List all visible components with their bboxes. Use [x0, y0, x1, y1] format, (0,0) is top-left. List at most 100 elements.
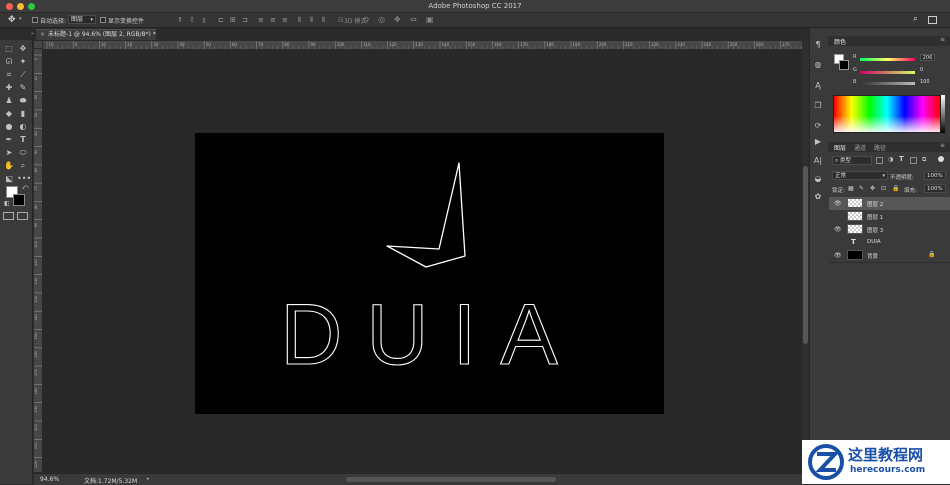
3d-roll-icon[interactable]: ◎: [378, 15, 385, 24]
align-vertical-centers-icon[interactable]: ⫩: [190, 16, 194, 25]
adjustments-panel-icon[interactable]: ◒: [813, 174, 823, 184]
auto-align-icon[interactable]: ⊟: [338, 16, 344, 24]
type-tool-icon[interactable]: T: [17, 134, 29, 145]
more-tools-icon[interactable]: •••: [17, 173, 31, 184]
layer-visibility-eye-icon[interactable]: 👁: [834, 226, 842, 233]
layer-row-layer3[interactable]: 👁 图层 3: [829, 223, 950, 237]
opacity-input[interactable]: 100%: [924, 171, 946, 180]
distribute-top-icon[interactable]: ≡: [258, 16, 264, 24]
crop-tool-icon[interactable]: ⌗: [3, 69, 15, 80]
lock-all-icon[interactable]: 🔒: [892, 185, 899, 192]
layer-row-duia[interactable]: T DUIA: [829, 236, 950, 250]
layer-name[interactable]: 图层 1: [867, 213, 883, 221]
close-tab-icon[interactable]: ×: [40, 31, 45, 38]
hand-tool-icon[interactable]: ✋: [3, 160, 15, 171]
rotate-view-tool-icon[interactable]: ⬕: [3, 173, 15, 184]
search-icon[interactable]: ⌕: [913, 14, 918, 24]
quick-mask-icon[interactable]: [3, 212, 14, 220]
align-horizontal-centers-icon[interactable]: ⊞: [230, 16, 236, 24]
color-b-value[interactable]: 100: [920, 79, 930, 85]
brush-settings-panel-icon[interactable]: ✿: [813, 192, 823, 202]
auto-select-checkbox[interactable]: [32, 17, 38, 23]
eraser-tool-icon[interactable]: ◆: [3, 108, 15, 119]
move-tool-icon[interactable]: ✥: [8, 15, 16, 25]
color-spectrum-ramp[interactable]: [833, 95, 941, 133]
brush-tool-icon[interactable]: ✎: [17, 82, 29, 93]
document-canvas[interactable]: DUIA: [195, 133, 664, 414]
history-brush-tool-icon[interactable]: ⬬: [17, 95, 29, 106]
color-background-swatch[interactable]: [839, 60, 849, 70]
horizontal-scroll-thumb[interactable]: [346, 477, 556, 482]
lock-image-icon[interactable]: ✎: [859, 185, 864, 192]
workspace-switcher-icon[interactable]: [928, 16, 937, 24]
character-panel-icon[interactable]: Ą: [813, 81, 823, 91]
layer-name[interactable]: 背景: [867, 252, 878, 260]
layer-name[interactable]: 图层 2: [867, 200, 883, 208]
background-color-swatch[interactable]: [13, 194, 25, 206]
ruler-origin[interactable]: [34, 41, 43, 49]
align-bottom-edges-icon[interactable]: ⫫: [202, 16, 206, 25]
align-top-edges-icon[interactable]: ⫪: [178, 16, 182, 25]
move-tool-icon[interactable]: ✥: [17, 43, 29, 54]
distribute-right-icon[interactable]: ⦀: [322, 16, 325, 25]
color-g-value[interactable]: 0: [920, 67, 923, 73]
layer-row-layer2[interactable]: 👁 图层 2: [829, 197, 950, 211]
blur-tool-icon[interactable]: ●: [3, 121, 15, 132]
tool-preset-chevron-icon[interactable]: ▾: [19, 16, 22, 22]
layer-visibility-eye-icon[interactable]: 👁: [834, 252, 842, 259]
vertical-scrollbar[interactable]: [802, 40, 809, 473]
distribute-left-icon[interactable]: ⦀: [298, 16, 301, 25]
color-panel-menu-icon[interactable]: ≡: [940, 36, 945, 43]
auto-select-target-dropdown[interactable]: 图层 ▾: [68, 15, 96, 24]
marquee-tool-icon[interactable]: ⬚: [3, 43, 15, 54]
horizontal-ruler[interactable]: 10 0 10 20 30 40 50 60 70 80 90 100 110 120 130 140 150 1…: [43, 41, 829, 50]
filter-toggle-icon[interactable]: [938, 156, 944, 162]
3d-scale-icon[interactable]: ▣: [426, 15, 434, 24]
shape-tool-icon[interactable]: ⬭: [17, 147, 29, 158]
gradient-tool-icon[interactable]: ▮: [17, 108, 29, 119]
document-tab[interactable]: × 未标题-1 @ 94.6% (图层 2, RGB/8*) *: [36, 29, 156, 40]
history-panel-icon[interactable]: ⟳: [813, 121, 823, 131]
3d-panel-icon[interactable]: ◍: [813, 60, 823, 70]
vertical-ruler[interactable]: 0 10 20 30 40 50 60 70 80 90 100 110 120 130 140 150 160…: [34, 49, 43, 472]
align-left-edges-icon[interactable]: ⊏: [218, 16, 224, 24]
lock-position-icon[interactable]: ✥: [870, 185, 875, 192]
filter-pixel-icon[interactable]: [876, 157, 883, 164]
color-b-slider[interactable]: [860, 82, 915, 85]
distribute-bottom-icon[interactable]: ≡: [282, 16, 288, 24]
paths-tab[interactable]: 路径: [874, 143, 886, 152]
show-transform-checkbox[interactable]: [100, 17, 106, 23]
blend-mode-dropdown[interactable]: 正常 ▾: [832, 171, 888, 180]
channels-tab[interactable]: 通道: [854, 143, 866, 152]
magic-wand-tool-icon[interactable]: ✦: [17, 56, 29, 67]
zoom-level[interactable]: 94.6%: [40, 476, 59, 483]
layer-comps-panel-icon[interactable]: ❐: [813, 101, 823, 111]
layers-panel-menu-icon[interactable]: ≡: [940, 142, 945, 149]
default-colors-icon[interactable]: ◧: [4, 200, 10, 207]
distribute-hcenter-icon[interactable]: ⦀: [310, 16, 313, 25]
lasso-tool-icon[interactable]: ᘏ: [3, 56, 15, 67]
status-menu-arrow-icon[interactable]: ▸: [147, 476, 150, 482]
pen-tool-icon[interactable]: ✒: [3, 134, 15, 145]
clone-stamp-tool-icon[interactable]: ♟: [3, 95, 15, 106]
color-r-value[interactable]: 206: [920, 54, 935, 61]
zoom-tool-icon[interactable]: ⌕: [17, 160, 29, 171]
eyedropper-tool-icon[interactable]: ⟋: [17, 69, 29, 80]
paragraph-panel-icon[interactable]: ¶: [813, 40, 823, 50]
3d-rotate-icon[interactable]: ⟲: [362, 15, 369, 24]
3d-pan-icon[interactable]: ✥: [394, 15, 401, 24]
3d-slide-icon[interactable]: ⇔: [410, 15, 417, 24]
distribute-center-icon[interactable]: ≡: [270, 16, 276, 24]
layer-row-background[interactable]: 👁 背景 🔒: [829, 249, 950, 263]
filter-shape-icon[interactable]: [910, 157, 917, 164]
screen-mode-icon[interactable]: [17, 212, 28, 220]
layer-visibility-eye-icon[interactable]: 👁: [834, 200, 842, 207]
layers-tab[interactable]: 图层: [834, 143, 846, 152]
layer-row-layer1[interactable]: 图层 1: [829, 210, 950, 224]
healing-brush-tool-icon[interactable]: ✚: [3, 82, 15, 93]
color-r-slider[interactable]: [860, 58, 915, 61]
filter-adjustment-icon[interactable]: ◑: [888, 156, 893, 163]
swap-colors-icon[interactable]: ⤺: [22, 184, 28, 192]
align-right-edges-icon[interactable]: ⊐: [242, 16, 248, 24]
lock-artboard-icon[interactable]: ⊡: [881, 185, 886, 192]
